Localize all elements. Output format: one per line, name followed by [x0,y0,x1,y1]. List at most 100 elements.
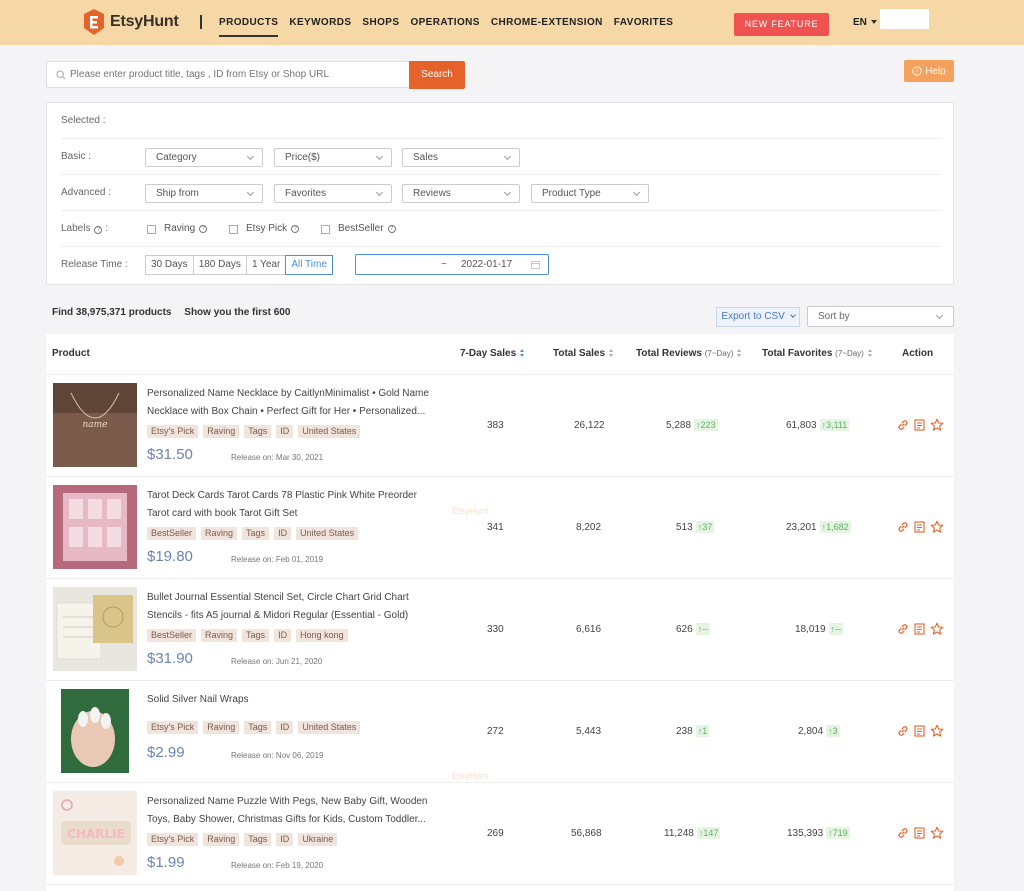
bestseller-checkbox[interactable]: BestSeller? [321,211,396,247]
tag: Raving [203,833,240,846]
analytics-icon[interactable] [913,826,927,840]
analytics-icon[interactable] [913,520,927,534]
category-dropdown[interactable]: Category [145,148,263,167]
products-table: Product 7-Day Sales Total Sales Total Re… [46,334,954,891]
product-thumbnail[interactable]: CHARLIE [53,791,137,875]
product-title[interactable]: Tarot Deck Cards Tarot Cards 78 Plastic … [147,487,437,523]
checkbox-box[interactable] [321,224,330,234]
ship-from-dropdown[interactable]: Ship from [145,184,263,203]
help-button[interactable]: ? Help [904,60,954,82]
tag[interactable]: ID [276,833,294,846]
tag[interactable]: Tags [244,833,272,846]
nav-favorites[interactable]: FAVORITES [614,0,674,45]
analytics-icon[interactable] [913,622,927,636]
favorites-dropdown[interactable]: Favorites [274,184,392,203]
tag[interactable]: Tags [244,425,272,438]
product-title[interactable]: Personalized Name Necklace by CaitlynMin… [147,385,437,421]
etsyhunt-logo-icon [84,9,104,35]
checkbox-box[interactable] [229,224,238,234]
nav-shops[interactable]: SHOPS [362,0,399,45]
star-icon[interactable] [930,826,944,840]
checkbox-box[interactable] [147,224,156,234]
export-csv-button[interactable]: Export to CSV [716,307,800,327]
release-30-days[interactable]: 30 Days [145,255,194,275]
product-title[interactable]: Personalized Name Puzzle With Pegs, New … [147,793,437,829]
analytics-icon[interactable] [913,724,927,738]
link-icon[interactable] [896,622,910,636]
tag[interactable]: Tags [242,629,270,642]
raving-checkbox[interactable]: Raving? [147,211,208,247]
product-type-dropdown[interactable]: Product Type [531,184,649,203]
nav-operations[interactable]: OPERATIONS [410,0,479,45]
reviews-delta: ↑147 [696,827,721,840]
cell-total-reviews: 238 ↑1 [676,681,710,783]
link-icon[interactable] [896,418,910,432]
tag: United States [298,721,361,734]
tag[interactable]: Tags [244,721,272,734]
reviews-value: 513 [676,522,693,533]
product-title[interactable]: Bullet Journal Essential Stencil Set, Ci… [147,589,437,625]
product-tags: BestSeller Raving Tags ID Hong kong [147,629,353,642]
product-thumbnail[interactable] [53,689,137,773]
nav-keywords[interactable]: KEYWORDS [289,0,351,45]
col-7day-sales[interactable]: 7-Day Sales [460,334,525,374]
language-selector[interactable]: EN [853,17,877,28]
search-icon [56,69,66,79]
sort-icon [737,348,742,358]
chevron-down-icon [789,312,796,318]
release-1-year[interactable]: 1 Year [245,255,287,275]
release-180-days[interactable]: 180 Days [192,255,247,275]
product-price: $19.80 [147,548,193,565]
date-range-end: 2022-01-17 [461,259,513,270]
search-button[interactable]: Search [409,61,465,89]
star-icon[interactable] [930,520,944,534]
sales-dropdown[interactable]: Sales [402,148,520,167]
link-icon[interactable] [896,826,910,840]
product-thumbnail[interactable] [53,485,137,569]
release-date: Release on: Mar 30, 2021 [231,453,324,462]
row-actions [896,520,947,534]
tag[interactable]: ID [276,721,294,734]
new-feature-button[interactable]: NEW FEATURE [734,13,829,36]
release-all-time[interactable]: All Time [285,255,333,275]
cell-7day-sales: 383 [487,420,504,431]
product-title[interactable]: Solid Silver Nail Wraps [147,691,437,709]
price-dropdown[interactable]: Price($) [274,148,392,167]
labels-label-text: Labels [61,223,91,234]
reviews-value: 238 [676,726,693,737]
col-period-label: (7~Day) [704,349,734,358]
search-box [46,61,410,88]
nav-chrome-extension[interactable]: CHROME-EXTENSION [491,0,603,45]
top-navbar: EtsyHunt PRODUCTS KEYWORDS SHOPS OPERATI… [0,0,1024,45]
nav-products[interactable]: PRODUCTS [219,0,279,45]
filter-panel: Selected : Basic : Category Price($) Sal… [46,102,954,285]
search-input[interactable] [70,69,400,80]
tag[interactable]: ID [274,527,292,540]
star-icon[interactable] [930,418,944,432]
reviews-dropdown[interactable]: Reviews [402,184,520,203]
reviews-value: 5,288 [666,420,692,431]
link-icon[interactable] [896,724,910,738]
help-label: Help [925,65,946,77]
brand-logo[interactable]: EtsyHunt [80,8,179,36]
col-total-favorites[interactable]: Total Favorites (7~Day) [762,334,873,374]
tag[interactable]: Tags [242,527,270,540]
star-icon[interactable] [930,724,944,738]
link-icon[interactable] [896,520,910,534]
favorites-delta: ↑3,111 [819,419,850,432]
tag[interactable]: ID [276,425,294,438]
star-icon[interactable] [930,622,944,636]
tag[interactable]: ID [274,629,292,642]
favorites-value: 61,803 [786,420,817,431]
user-account-box[interactable] [880,9,929,29]
date-range-picker[interactable]: ~ 2022-01-17 [355,254,549,275]
favorites-value: 135,393 [787,828,824,839]
etsy-pick-checkbox[interactable]: Etsy Pick? [229,211,300,247]
col-total-reviews[interactable]: Total Reviews (7~Day) [636,334,742,374]
col-total-sales[interactable]: Total Sales [553,334,614,374]
product-thumbnail[interactable] [53,587,137,671]
analytics-icon[interactable] [913,418,927,432]
col-7day-sales-label: 7-Day Sales [460,348,517,359]
sort-by-dropdown[interactable]: Sort by [807,306,954,327]
product-thumbnail[interactable]: name [53,383,137,467]
